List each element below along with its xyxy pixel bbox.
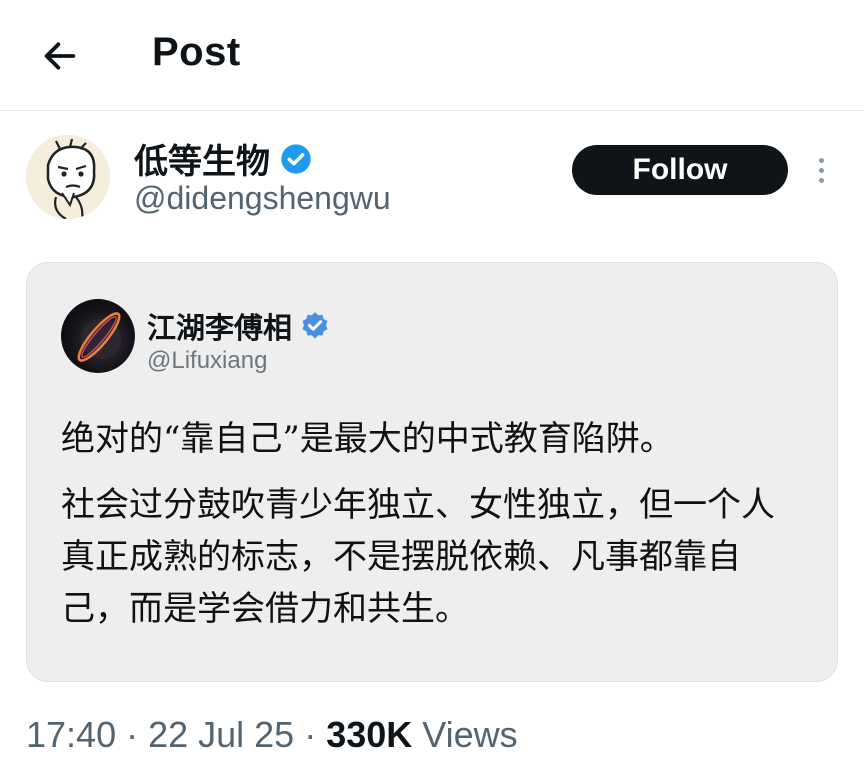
views-label: Views xyxy=(412,714,518,755)
meta-separator: · xyxy=(294,714,327,755)
quoted-author-handle: @Lifuxiang xyxy=(147,347,268,374)
verified-badge-icon xyxy=(302,312,328,339)
planet-ring-icon xyxy=(77,312,121,362)
vertical-ellipsis-icon xyxy=(818,157,824,163)
quoted-author-name: 江湖李傅相 xyxy=(147,305,330,347)
author-name[interactable]: 低等生物 xyxy=(134,134,312,183)
quoted-post-card[interactable]: 江湖李傅相 @Lifuxiang 绝对的“靠自己”是最大的中式教育陷阱。 社会过… xyxy=(26,262,838,682)
views-count[interactable]: 330K xyxy=(326,714,412,755)
more-options-button[interactable] xyxy=(808,152,834,188)
author-display-name: 低等生物 xyxy=(134,143,270,181)
back-button[interactable] xyxy=(38,34,82,78)
page-title: Post xyxy=(152,30,241,74)
author-avatar[interactable] xyxy=(26,135,110,219)
follow-button[interactable]: Follow xyxy=(572,145,788,195)
quoted-display-name: 江湖李傅相 xyxy=(147,313,293,345)
quoted-post-text: 社会过分鼓吹青少年独立、女性独立，但一个人真正成熟的标志，不是摆脱依赖、凡事都靠… xyxy=(61,485,775,629)
author-handle[interactable]: @didengshengwu xyxy=(134,180,391,217)
arrow-left-icon xyxy=(44,42,76,70)
cartoon-face-icon xyxy=(26,135,110,219)
post-time[interactable]: 17:40 xyxy=(26,714,116,755)
top-bar: Post xyxy=(0,0,864,111)
verified-badge-icon xyxy=(281,143,311,174)
quoted-post-text: 绝对的“靠自己”是最大的中式教育陷阱。 xyxy=(61,419,674,459)
post-date[interactable]: 22 Jul 25 xyxy=(148,714,294,755)
post-meta: 17:40 · 22 Jul 25 · 330K Views xyxy=(26,714,518,756)
quoted-author-avatar xyxy=(61,299,135,373)
meta-separator: · xyxy=(116,714,149,755)
